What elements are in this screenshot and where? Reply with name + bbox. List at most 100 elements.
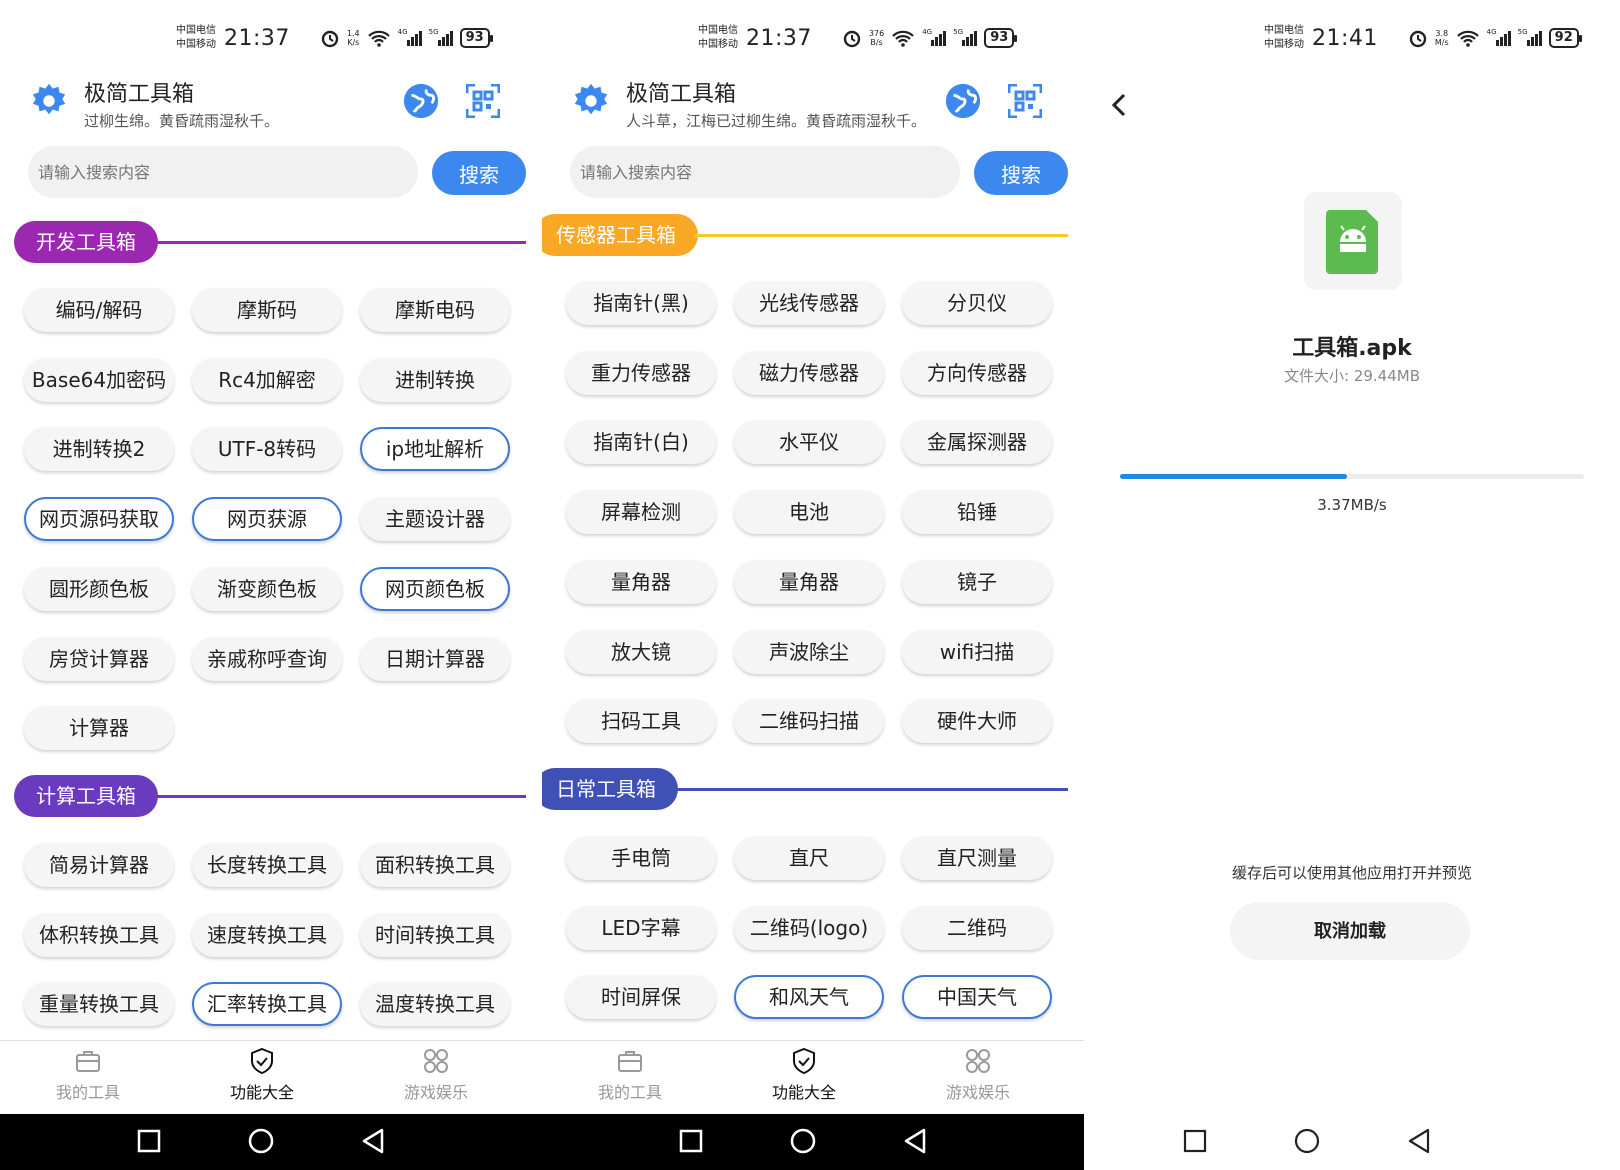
- recents-square-icon[interactable]: [1182, 1128, 1208, 1154]
- tool-button[interactable]: 二维码扫描: [734, 699, 884, 744]
- tool-button[interactable]: 时间屏保: [566, 975, 716, 1020]
- tool-button[interactable]: 镜子: [902, 559, 1052, 604]
- carrier-label: 中国电信: [698, 25, 738, 36]
- tool-button[interactable]: 主题设计器: [360, 497, 510, 542]
- tool-button[interactable]: 方向传感器: [902, 350, 1052, 395]
- back-triangle-icon[interactable]: [902, 1128, 928, 1154]
- tool-button[interactable]: ip地址解析: [360, 427, 510, 472]
- tool-button[interactable]: 摩斯电码: [360, 288, 510, 332]
- tool-button[interactable]: UTF-8转码: [192, 427, 342, 472]
- tool-button[interactable]: 圆形颜色板: [24, 566, 174, 611]
- tool-button[interactable]: 水平仪: [734, 420, 884, 465]
- tool-button[interactable]: 直尺测量: [902, 836, 1052, 880]
- tool-button[interactable]: 体积转换工具: [24, 912, 174, 957]
- tool-button[interactable]: Rc4加解密: [192, 357, 342, 402]
- tool-button[interactable]: 放大镜: [566, 629, 716, 674]
- tool-button[interactable]: 和风天气: [734, 975, 884, 1020]
- toolbox-icon: [618, 1051, 642, 1072]
- tool-button[interactable]: 指南针(白): [566, 420, 716, 465]
- wifi-icon: [892, 30, 914, 47]
- tools-screen-dev: 中国电信 中国移动 21:37 1.4 K/s 4G 5G 93 极简工具箱 过柳生…: [0, 0, 542, 1170]
- tool-button[interactable]: 网页源码获取: [24, 497, 174, 542]
- tool-button[interactable]: 重量转换工具: [24, 982, 174, 1027]
- tool-button[interactable]: 渐变颜色板: [192, 566, 342, 611]
- tool-button[interactable]: 硬件大师: [902, 699, 1052, 744]
- tool-button[interactable]: 时间转换工具: [360, 912, 510, 957]
- tab-my-tools[interactable]: 我的工具: [570, 1047, 690, 1103]
- settings-gear-icon[interactable]: [30, 82, 68, 120]
- tool-button[interactable]: 网页获源: [192, 497, 342, 542]
- apps-grid-icon: [966, 1049, 990, 1073]
- tool-button[interactable]: 重力传感器: [566, 350, 716, 395]
- tool-button[interactable]: 分贝仪: [902, 281, 1052, 325]
- clock: 21:37: [746, 25, 812, 51]
- home-circle-icon[interactable]: [248, 1128, 274, 1154]
- tool-button[interactable]: 直尺: [734, 836, 884, 880]
- search-button[interactable]: 搜索: [974, 151, 1068, 195]
- tab-all-features[interactable]: 功能大全: [202, 1047, 322, 1103]
- tab-games[interactable]: 游戏娱乐: [376, 1047, 496, 1103]
- tool-button[interactable]: 手电筒: [566, 836, 716, 880]
- globe-icon[interactable]: [402, 82, 440, 120]
- tool-button[interactable]: 面积转换工具: [360, 843, 510, 887]
- shield-check-icon: [251, 1047, 273, 1075]
- tool-button[interactable]: 扫码工具: [566, 699, 716, 744]
- globe-icon[interactable]: [944, 82, 982, 120]
- tool-button[interactable]: Base64加密码: [24, 357, 174, 402]
- tool-button[interactable]: 房贷计算器: [24, 636, 174, 681]
- tab-games[interactable]: 游戏娱乐: [918, 1047, 1038, 1103]
- back-triangle-icon[interactable]: [360, 1128, 386, 1154]
- tool-button[interactable]: 中国天气: [902, 975, 1052, 1020]
- tool-button[interactable]: 二维码(logo): [734, 905, 884, 950]
- tool-button[interactable]: 简易计算器: [24, 843, 174, 887]
- tool-button[interactable]: LED字幕: [566, 905, 716, 950]
- apk-download-screen: 中国电信 中国移动 21:41 3.8 M/s 4G 5G 92 工具箱.apk 文…: [1084, 0, 1620, 1170]
- tool-button[interactable]: 量角器: [566, 559, 716, 604]
- search-input[interactable]: [570, 146, 960, 198]
- tool-button[interactable]: 温度转换工具: [360, 982, 510, 1027]
- cache-hint: 缓存后可以使用其他应用打开并预览: [1231, 864, 1472, 882]
- tool-button[interactable]: 二维码: [902, 905, 1052, 950]
- shield-check-icon: [793, 1047, 815, 1075]
- back-triangle-icon[interactable]: [1406, 1128, 1432, 1154]
- recents-square-icon[interactable]: [678, 1128, 704, 1154]
- scan-qr-icon[interactable]: [466, 84, 500, 118]
- tool-button[interactable]: 摩斯码: [192, 288, 342, 332]
- tool-button[interactable]: 磁力传感器: [734, 350, 884, 395]
- tool-button[interactable]: 进制转换: [360, 357, 510, 402]
- tool-button[interactable]: 声波除尘: [734, 629, 884, 674]
- tool-button[interactable]: 量角器: [734, 559, 884, 604]
- tool-button[interactable]: 屏幕检测: [566, 490, 716, 535]
- recents-square-icon[interactable]: [136, 1128, 162, 1154]
- system-nav-bar: [1084, 1114, 1620, 1170]
- tab-all-features[interactable]: 功能大全: [744, 1047, 864, 1103]
- back-arrow-icon[interactable]: [1110, 92, 1130, 118]
- tool-button[interactable]: 编码/解码: [24, 288, 174, 332]
- home-circle-icon[interactable]: [790, 1128, 816, 1154]
- tool-button[interactable]: 日期计算器: [360, 636, 510, 681]
- network-speed: 1.4 K/s: [346, 29, 360, 47]
- tool-button[interactable]: 计算器: [24, 706, 174, 751]
- tool-button[interactable]: 速度转换工具: [192, 912, 342, 957]
- tool-button[interactable]: 指南针(黑): [566, 281, 716, 325]
- settings-gear-icon[interactable]: [572, 82, 610, 120]
- tool-button[interactable]: 进制转换2: [24, 427, 174, 472]
- tool-button[interactable]: 光线传感器: [734, 281, 884, 325]
- tab-my-tools[interactable]: 我的工具: [28, 1047, 148, 1103]
- cancel-download-button[interactable]: 取消加载: [1230, 902, 1470, 960]
- file-size: 文件大小: 29.44MB: [1284, 367, 1420, 385]
- alarm-icon: [321, 30, 339, 48]
- tool-button[interactable]: 亲戚称呼查询: [192, 636, 342, 681]
- search-input[interactable]: [28, 146, 418, 198]
- carrier-label: 中国电信: [1264, 25, 1304, 36]
- home-circle-icon[interactable]: [1294, 1128, 1320, 1154]
- tool-button[interactable]: 汇率转换工具: [192, 982, 342, 1027]
- tool-button[interactable]: 电池: [734, 490, 884, 535]
- tool-button[interactable]: 长度转换工具: [192, 843, 342, 887]
- tool-button[interactable]: 金属探测器: [902, 420, 1052, 465]
- tool-button[interactable]: wifi扫描: [902, 629, 1052, 674]
- scan-qr-icon[interactable]: [1008, 84, 1042, 118]
- tool-button[interactable]: 铅锤: [902, 490, 1052, 535]
- tool-button[interactable]: 网页颜色板: [360, 566, 510, 611]
- search-button[interactable]: 搜索: [432, 151, 526, 195]
